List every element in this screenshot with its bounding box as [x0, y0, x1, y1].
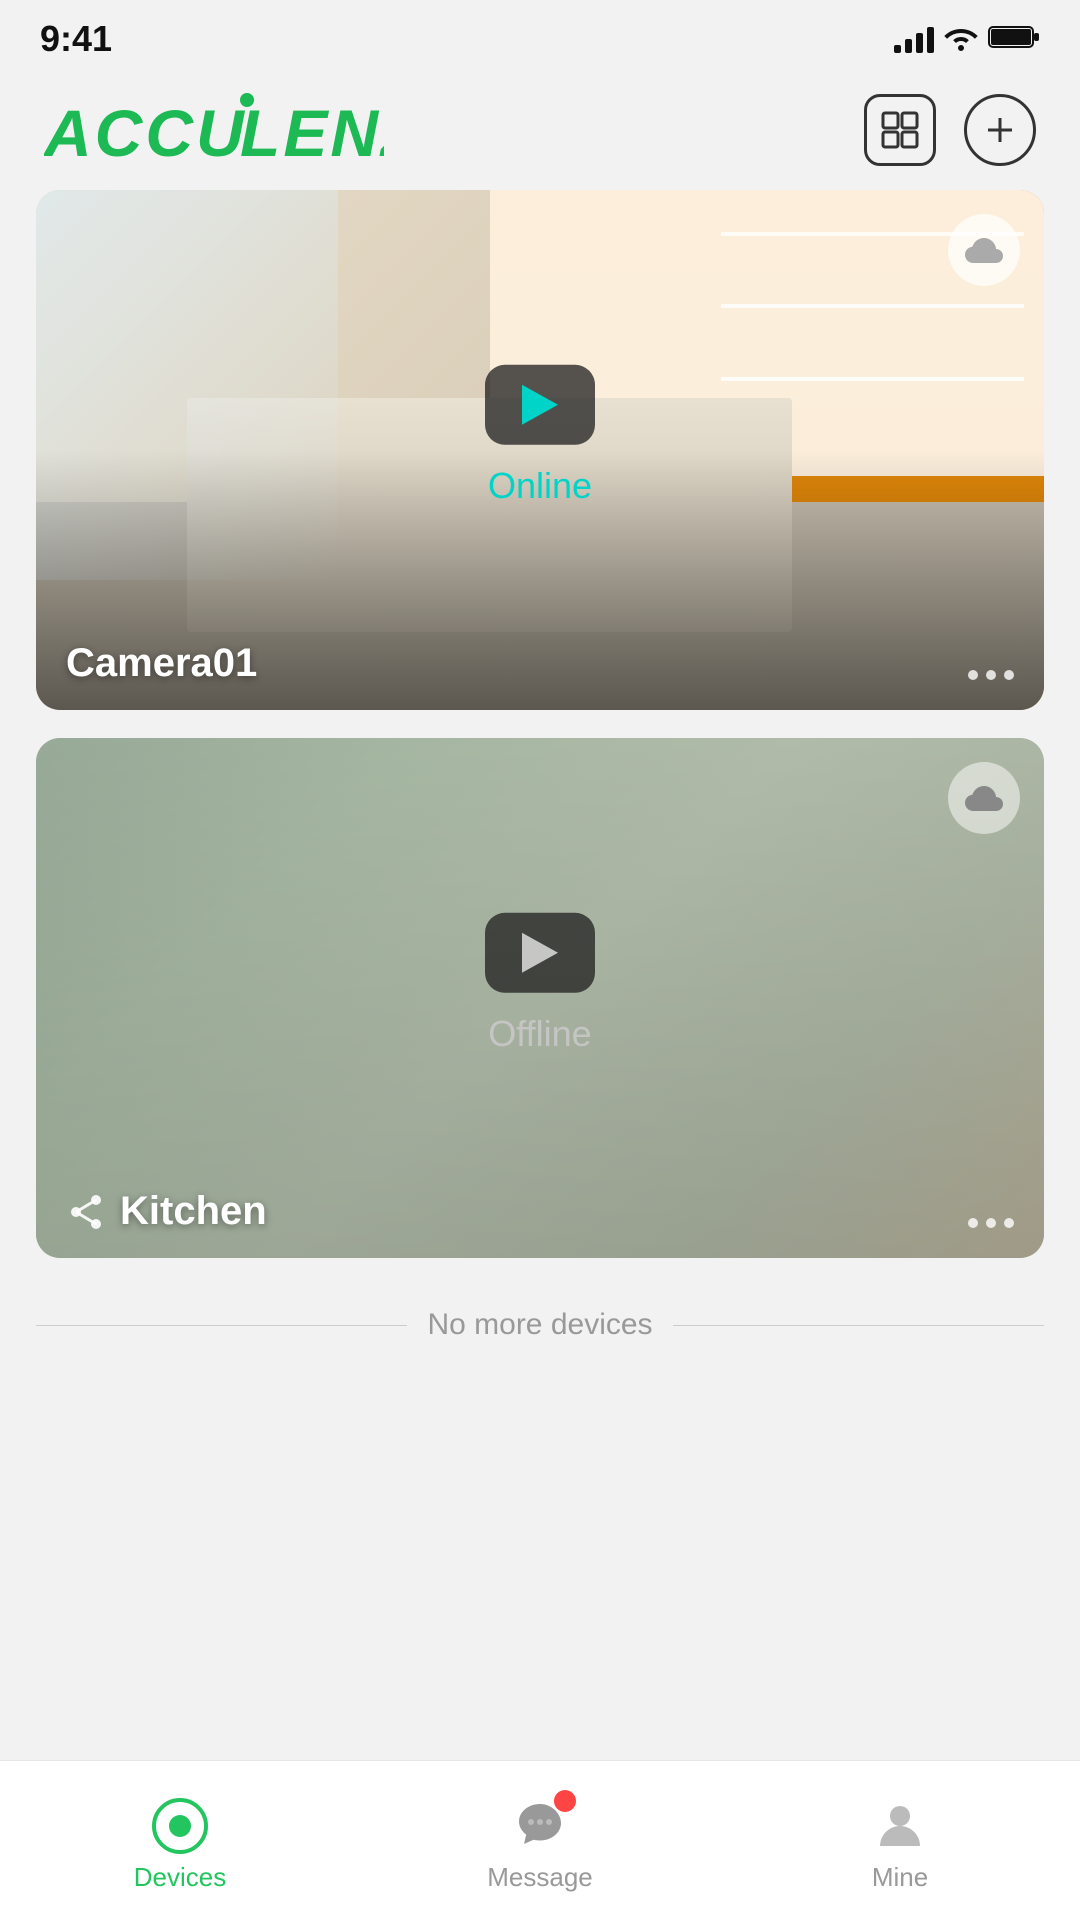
header-actions [864, 94, 1036, 166]
battery-icon [988, 23, 1040, 56]
signal-icon [894, 25, 934, 53]
card-bottom-kitchen: Kitchen [36, 1165, 1044, 1258]
camera-name: Camera01 [66, 641, 257, 686]
status-icons [894, 23, 1040, 56]
devices-icon-inner [169, 1815, 191, 1837]
card-bottom-camera01: Camera01 [36, 617, 1044, 710]
play-area: Online [485, 365, 595, 507]
devices-label: Devices [134, 1862, 226, 1893]
mine-label: Mine [872, 1862, 928, 1893]
no-more-text: No more devices [427, 1308, 652, 1342]
cloud-storage-button-kitchen[interactable] [948, 762, 1020, 834]
svg-text:LENZ: LENZ [240, 96, 384, 170]
wifi-icon [944, 23, 978, 56]
logo-svg: ACCU LENZ [44, 90, 384, 170]
grid-view-button[interactable] [864, 94, 936, 166]
divider-right [673, 1325, 1044, 1326]
camera-card-kitchen[interactable]: Offline Kitchen [36, 738, 1044, 1258]
message-badge [554, 1790, 576, 1812]
play-button[interactable] [485, 365, 595, 445]
message-icon-wrap [512, 1798, 568, 1854]
camera-cards: Online Camera01 [0, 190, 1080, 1258]
mine-icon [872, 1798, 928, 1854]
bottom-nav: Devices Message Mine [0, 1760, 1080, 1920]
divider-left [36, 1325, 407, 1326]
share-icon [66, 1192, 106, 1232]
play-area-kitchen: Offline [485, 913, 595, 1055]
mine-icon-wrap [872, 1798, 928, 1854]
message-label: Message [487, 1862, 593, 1893]
status-bar: 9:41 [0, 0, 1080, 70]
play-triangle-offline-icon [522, 933, 558, 973]
cloud-storage-button[interactable] [948, 214, 1020, 286]
nav-item-message[interactable]: Message [360, 1788, 720, 1893]
kitchen-name: Kitchen [120, 1189, 267, 1234]
bottom-spacer [0, 1382, 1080, 1582]
svg-text:ACCU: ACCU [44, 96, 247, 170]
add-device-button[interactable] [964, 94, 1036, 166]
devices-icon [152, 1798, 208, 1854]
offline-status: Offline [488, 1013, 591, 1055]
app-logo: ACCU LENZ [44, 90, 384, 170]
play-button-kitchen[interactable] [485, 913, 595, 993]
nav-item-mine[interactable]: Mine [720, 1788, 1080, 1893]
header: ACCU LENZ [0, 70, 1080, 190]
play-triangle-icon [522, 385, 558, 425]
status-time: 9:41 [40, 18, 112, 60]
online-status: Online [488, 465, 592, 507]
more-options-button-kitchen[interactable] [968, 1218, 1014, 1234]
more-options-button[interactable] [968, 670, 1014, 686]
devices-icon-wrap [152, 1798, 208, 1854]
camera-card-camera01[interactable]: Online Camera01 [36, 190, 1044, 710]
no-more-devices: No more devices [0, 1268, 1080, 1382]
nav-item-devices[interactable]: Devices [0, 1788, 360, 1893]
